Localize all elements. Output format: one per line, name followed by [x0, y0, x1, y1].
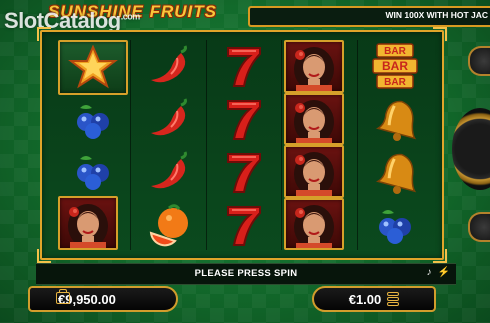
orange-icon: [133, 199, 203, 250]
ticker-text: WIN 100X WITH HOT JAC: [385, 10, 488, 20]
bar-label-1: BAR: [384, 46, 406, 57]
bar-icon: BAR BAR BAR: [360, 40, 430, 91]
lady-icon: [284, 197, 345, 250]
reel-2: [131, 40, 207, 250]
reel-4: [282, 40, 358, 250]
bell-icon: [360, 146, 430, 197]
seven-icon: [209, 146, 279, 197]
reels: BAR BAR BAR: [56, 40, 432, 250]
music-note-icon[interactable]: ♪: [427, 267, 432, 278]
autoplay-button[interactable]: [468, 212, 490, 242]
menu-button[interactable]: [468, 46, 490, 76]
chili-pepper-icon: [133, 146, 203, 197]
lightning-icon[interactable]: ⚡: [438, 267, 450, 278]
seven-icon: [209, 40, 279, 91]
blueberry-icon: [58, 146, 128, 197]
seven-icon: [209, 199, 279, 250]
lady-icon: [284, 145, 345, 198]
reel-frame: BAR BAR BAR: [37, 27, 447, 263]
lady-icon: [284, 92, 345, 145]
bet-value: €1.00: [348, 291, 382, 307]
bar-label-3: BAR: [384, 77, 406, 88]
watermark-suffix: .com: [120, 11, 141, 22]
chili-pepper-icon: [133, 93, 203, 144]
reel-3: [207, 40, 283, 250]
lady-icon: [58, 196, 118, 250]
blueberry-icon: [360, 199, 430, 250]
coin-stack-icon: [387, 292, 400, 306]
star-icon: [58, 40, 129, 95]
jackpot-ticker: WIN 100X WITH HOT JAC: [248, 6, 490, 27]
chili-pepper-icon: [133, 40, 203, 91]
bar-label-2: BAR: [382, 59, 408, 73]
reel-1: [56, 40, 132, 250]
lady-icon: [284, 40, 345, 93]
bet-selector[interactable]: €1.00: [312, 286, 436, 312]
reel-5: BAR BAR BAR: [358, 40, 432, 250]
balance-display: €9,950.00: [28, 286, 178, 312]
blueberry-icon: [58, 95, 128, 146]
status-message: PLEASE PRESS SPIN: [194, 268, 298, 279]
wallet-icon: [56, 289, 70, 304]
message-bar: PLEASE PRESS SPIN ♪ ⚡: [36, 263, 456, 285]
seven-icon: [209, 93, 279, 144]
bell-icon: [360, 93, 430, 144]
